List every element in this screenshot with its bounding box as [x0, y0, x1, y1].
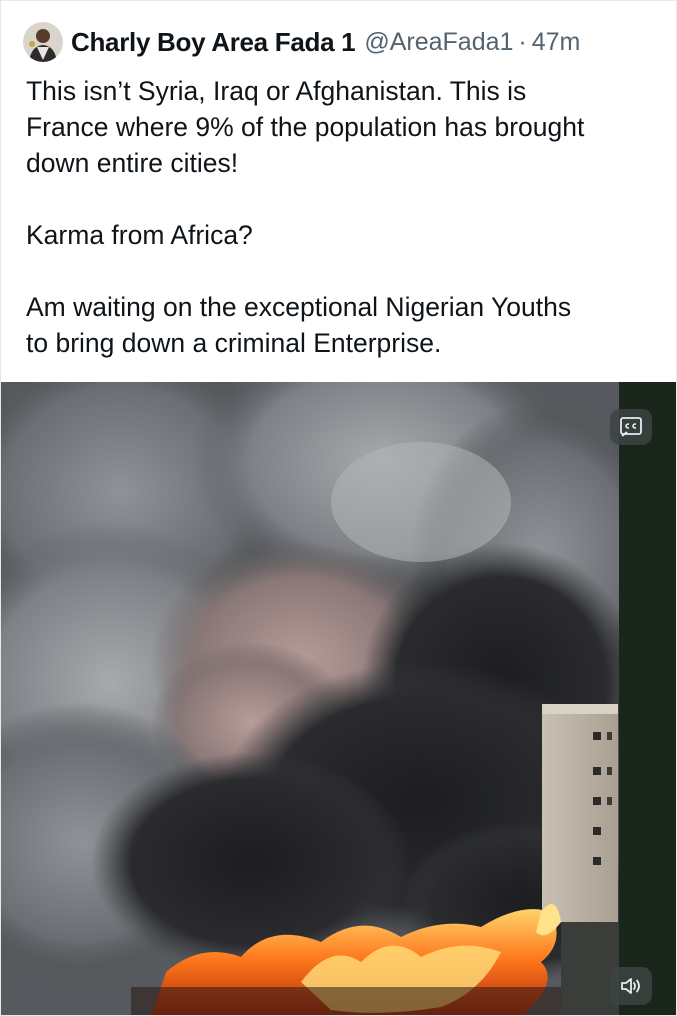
tweet-text: This isn’t Syria, Iraq or Afghanistan. T… [26, 73, 656, 361]
video-frame [1, 382, 676, 1015]
avatar[interactable] [23, 22, 63, 62]
closed-captions-button[interactable] [610, 409, 652, 445]
tweet-text-line: This isn’t Syria, Iraq or Afghanistan. T… [26, 76, 527, 106]
volume-icon [621, 978, 640, 994]
burning-building [542, 704, 618, 922]
tweet-card[interactable]: Charly Boy Area Fada 1 @AreaFada1 · 47m … [0, 0, 677, 1016]
tweet-text-line: France where 9% of the population has br… [26, 112, 585, 142]
tweet-text-line: to bring down a criminal Enterprise. [26, 328, 442, 358]
volume-button[interactable] [610, 967, 652, 1005]
tweet-timestamp[interactable]: 47m [532, 28, 581, 57]
tweet-text-line: down entire cities! [26, 148, 239, 178]
meta-separator: · [518, 27, 527, 56]
author-display-name[interactable]: Charly Boy Area Fada 1 [71, 27, 356, 58]
tweet-text-line: Am waiting on the exceptional Nigerian Y… [26, 292, 572, 322]
tweet-header: Charly Boy Area Fada 1 @AreaFada1 · 47m [23, 21, 580, 63]
closed-captions-icon [620, 417, 642, 437]
tweet-text-line: Karma from Africa? [26, 220, 253, 250]
author-handle[interactable]: @AreaFada1 [364, 28, 513, 57]
video-side-panel [619, 382, 676, 1015]
video-player[interactable] [1, 382, 676, 1015]
